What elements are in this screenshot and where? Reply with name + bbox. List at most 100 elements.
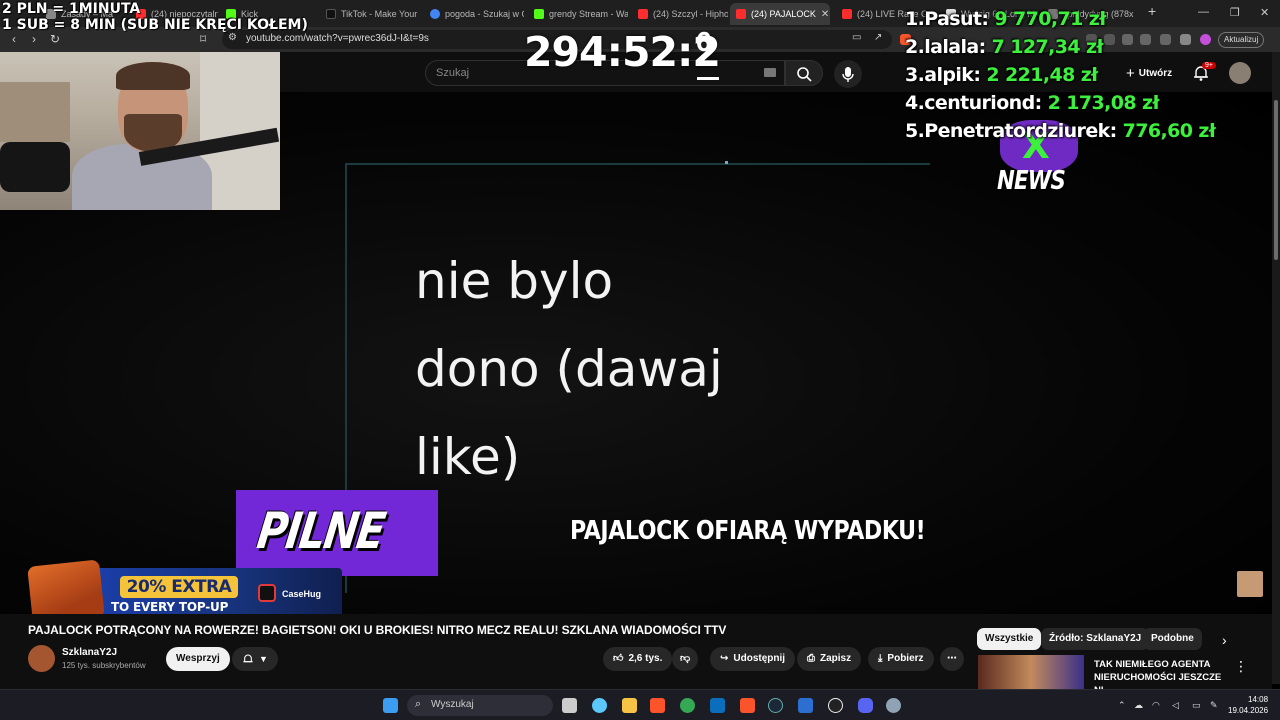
- share-label: Udostępnij: [733, 653, 786, 664]
- account-avatar[interactable]: [1229, 62, 1251, 84]
- battery-icon[interactable]: ▭: [1192, 700, 1201, 711]
- channel-name[interactable]: SzklanaY2J: [62, 647, 117, 658]
- more-actions-button[interactable]: ⋯: [940, 647, 964, 671]
- discord-icon[interactable]: [858, 698, 873, 713]
- youtube-favicon-icon: [736, 9, 746, 19]
- close-window-icon[interactable]: ✕: [1260, 6, 1269, 19]
- file-explorer-icon[interactable]: [622, 698, 637, 713]
- pen-icon[interactable]: ✎: [1210, 700, 1218, 711]
- create-label: Utwórz: [1138, 67, 1173, 79]
- share-button[interactable]: ↪ Udostępnij: [710, 647, 796, 671]
- subathon-timer-digit: 6: [696, 26, 712, 57]
- copilot-icon[interactable]: [592, 698, 607, 713]
- keyboard-icon[interactable]: [764, 68, 776, 77]
- video-text-line: like): [415, 428, 521, 486]
- chevron-right-icon[interactable]: ›: [1222, 632, 1227, 648]
- leaderboard-row: 2.lalala: 7 127,34 zł: [905, 36, 1104, 58]
- download-button[interactable]: ⤓ Pobierz: [868, 647, 934, 671]
- new-tab-button[interactable]: +: [1148, 3, 1156, 19]
- ad-brand: CaseHug: [282, 589, 322, 599]
- bookmark-icon[interactable]: ⌑: [200, 32, 206, 46]
- save-button[interactable]: ⎙ Zapisz: [797, 647, 862, 671]
- taskbar-clock[interactable]: 14:08 19.04.2026: [1228, 694, 1268, 716]
- app-icon[interactable]: [798, 698, 813, 713]
- ad-subline: TO EVERY TOP-UP: [111, 600, 229, 614]
- mic-icon: [842, 67, 854, 82]
- obs-icon[interactable]: [828, 698, 843, 713]
- chip-all[interactable]: Wszystkie: [977, 628, 1042, 650]
- browser-tab[interactable]: (24) Szczyl - Hiphop: [632, 3, 728, 25]
- channel-avatar[interactable]: [28, 645, 55, 672]
- browser-tab-active[interactable]: (24) PAJALOCK ✕: [730, 3, 830, 25]
- settings-icon[interactable]: [886, 698, 901, 713]
- wifi-icon[interactable]: ◠: [1152, 700, 1160, 711]
- update-button[interactable]: Aktualizuj: [1218, 32, 1265, 48]
- task-view-icon[interactable]: [562, 698, 577, 713]
- site-info-icon[interactable]: ⚙: [228, 32, 237, 43]
- url-text[interactable]: youtube.com/watch?v=pwrec36dJ-I&t=9s: [246, 33, 429, 44]
- frame-marker: [725, 161, 728, 164]
- video-title: PAJALOCK POTRĄCONY NA ROWERZE! BAGIETSON…: [28, 623, 727, 637]
- cast-icon[interactable]: ▭: [852, 32, 861, 43]
- dislike-button[interactable]: 👎︎: [672, 647, 699, 671]
- leaderboard-row: 5.Penetratordziurek: 776,60 zł: [905, 120, 1216, 142]
- music-icon[interactable]: [1104, 34, 1115, 45]
- vpn-icon[interactable]: [1180, 34, 1191, 45]
- support-button[interactable]: Wesprzyj: [166, 647, 230, 671]
- save-label: Zapisz: [820, 653, 852, 664]
- store-icon[interactable]: [710, 698, 725, 713]
- google-favicon-icon: [430, 9, 440, 19]
- reload-icon[interactable]: ↻: [50, 32, 60, 46]
- subscriber-count: 125 tys. subskrybentów: [62, 661, 146, 670]
- brave-browser-icon[interactable]: [650, 698, 665, 713]
- recommended-thumbnail[interactable]: [978, 655, 1084, 689]
- browser-tab[interactable]: pogoda - Szukaj w G: [424, 3, 524, 25]
- search-icon: ⌕: [415, 698, 422, 710]
- speaker-icon[interactable]: ◁: [1172, 700, 1179, 711]
- chrome-icon[interactable]: [680, 698, 695, 713]
- voice-search-button[interactable]: [834, 60, 862, 88]
- more-icon: ⋯: [947, 653, 957, 664]
- taskbar-search[interactable]: ⌕ Wyszukaj: [407, 695, 553, 716]
- tiktok-favicon-icon: [326, 9, 336, 19]
- back-icon[interactable]: ‹: [12, 32, 16, 46]
- plus-icon: +: [1126, 64, 1135, 82]
- minimize-icon[interactable]: —: [1198, 6, 1209, 18]
- leaderboard-row: 3.alpik: 2 221,48 zł: [905, 64, 1098, 86]
- chip-source[interactable]: Źródło: SzklanaY2J: [1041, 628, 1150, 650]
- create-button[interactable]: + Utwórz: [1118, 62, 1180, 84]
- wallet-icon[interactable]: [1140, 34, 1151, 45]
- puzzle-icon[interactable]: [1160, 34, 1171, 45]
- mini-thumbnail[interactable]: [1237, 571, 1263, 597]
- scrollbar-thumb[interactable]: [1274, 100, 1278, 260]
- sub-rule: 1 SUB = 8 MIN (SUB NIE KRĘCI KOŁEM): [2, 17, 308, 33]
- browser-tab[interactable]: TikTok - Make Your: [320, 3, 420, 25]
- windows-taskbar: ⌕ Wyszukaj ⌃ ☁ ◠ ◁ ▭ ✎ 14:08 19.04.2026: [0, 689, 1280, 720]
- start-menu-icon[interactable]: [383, 698, 398, 713]
- download-icon: ⤓: [878, 653, 883, 664]
- leo-ai-icon[interactable]: [1200, 34, 1211, 45]
- like-button[interactable]: 👍︎ 2,6 tys.: [603, 647, 673, 671]
- maximize-icon[interactable]: ❐: [1230, 6, 1240, 19]
- notification-toggle-button[interactable]: ▼: [232, 647, 278, 671]
- download-label: Pobierz: [887, 653, 924, 664]
- ad-headline: 20% EXTRA: [120, 576, 238, 598]
- subathon-timer: 294:52:2: [524, 28, 721, 76]
- chip-related[interactable]: Podobne: [1143, 628, 1202, 650]
- steam-icon[interactable]: [768, 698, 783, 713]
- more-vert-icon[interactable]: ⋮: [1234, 658, 1248, 675]
- share-icon[interactable]: ↗: [874, 32, 882, 43]
- close-tab-icon[interactable]: ✕: [821, 9, 829, 20]
- tray-chevron-icon[interactable]: ⌃: [1118, 700, 1126, 711]
- network-icon[interactable]: ☁: [1134, 700, 1143, 711]
- forward-icon[interactable]: ›: [32, 32, 36, 46]
- search-button[interactable]: [785, 60, 823, 86]
- sidebar-icon[interactable]: [1122, 34, 1133, 45]
- browser-tab[interactable]: grendy Stream - Wa: [528, 3, 628, 25]
- brave-browser-icon[interactable]: [740, 698, 755, 713]
- chevron-down-icon: ▼: [259, 654, 268, 664]
- webcam-shelf: [0, 82, 70, 142]
- notification-badge: 9+: [1202, 62, 1216, 69]
- video-text-line: nie bylo: [415, 252, 614, 310]
- donation-rule: 2 PLN = 1MINUTA: [2, 1, 141, 17]
